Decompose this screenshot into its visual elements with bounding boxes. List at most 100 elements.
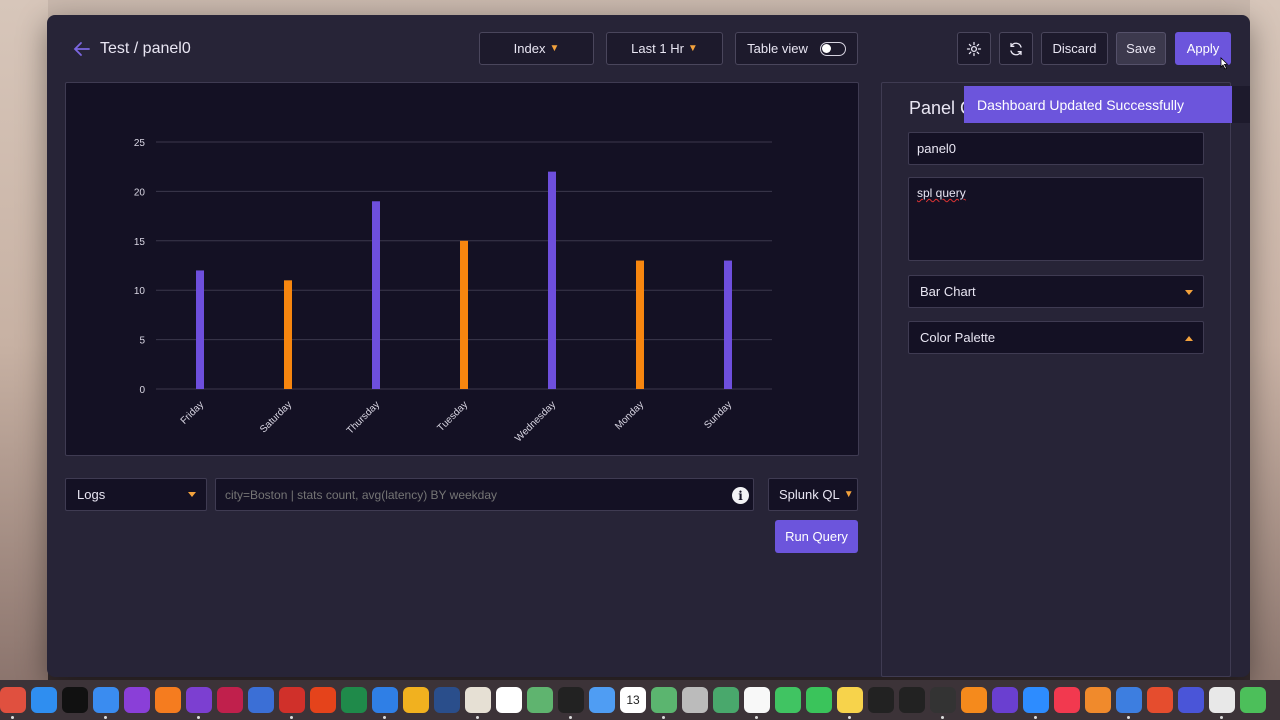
source-dropdown[interactable]: Logs	[65, 478, 207, 511]
table-view-toggle[interactable]: Table view	[735, 32, 858, 65]
source-dropdown-label: Logs	[77, 487, 106, 502]
layers-icon[interactable]	[527, 687, 553, 713]
desktop-wallpaper-right	[1250, 0, 1280, 690]
messages-icon[interactable]	[775, 687, 801, 713]
color-palette-dropdown[interactable]: Color Palette	[908, 321, 1204, 354]
money-icon[interactable]	[651, 687, 677, 719]
x-tick-label: Monday	[613, 399, 646, 432]
chart-bar-monday[interactable]	[636, 260, 644, 389]
maps-icon[interactable]	[713, 687, 739, 713]
emoji-icon[interactable]	[403, 687, 429, 713]
notes-app-icon[interactable]	[186, 687, 212, 719]
index-dropdown-label: Index	[513, 41, 546, 56]
time-range-label: Last 1 Hr	[631, 41, 684, 56]
chevron-down-icon: ▼	[843, 489, 854, 500]
script-icon[interactable]	[1209, 687, 1235, 719]
panel-name-field[interactable]: panel0	[908, 132, 1204, 165]
panel-query-text: spl query	[917, 186, 966, 200]
query-language-dropdown[interactable]: Splunk QL ▼	[768, 478, 858, 511]
browser-icon[interactable]	[248, 687, 274, 713]
calendar-icon[interactable]: 13	[620, 687, 646, 713]
chart-bar-tuesday[interactable]	[460, 240, 468, 389]
chart-type-dropdown[interactable]: Bar Chart	[908, 275, 1204, 308]
chart-bar-wednesday[interactable]	[548, 171, 556, 389]
sublime-icon[interactable]	[155, 687, 181, 713]
y-tick-label: 10	[134, 286, 146, 297]
success-toast: Dashboard Updated Successfully	[964, 86, 1232, 123]
chart-bar-thursday[interactable]	[372, 201, 380, 389]
running-indicator	[848, 716, 851, 719]
tasks-icon[interactable]	[124, 687, 150, 713]
running-indicator	[1034, 716, 1037, 719]
x-tick-label: Wednesday	[513, 399, 558, 444]
top-bar: Test / panel0 Index ▼ Last 1 Hr ▼ Table …	[47, 15, 1250, 83]
info-icon[interactable]: i	[732, 487, 749, 504]
running-indicator	[290, 716, 293, 719]
safari-icon[interactable]	[31, 687, 57, 713]
running-indicator	[755, 716, 758, 719]
running-indicator	[662, 716, 665, 719]
x-tick-label: Sunday	[702, 399, 734, 431]
plex-icon[interactable]	[899, 687, 925, 713]
running-indicator	[11, 716, 14, 719]
chart-bar-saturday[interactable]	[284, 280, 292, 389]
x-tick-label: Saturday	[258, 399, 294, 435]
terminal-icon[interactable]	[558, 687, 584, 719]
vlc-icon[interactable]	[961, 687, 987, 713]
run-query-button[interactable]: Run Query	[775, 520, 858, 553]
text-editor-icon[interactable]	[310, 687, 336, 713]
launchpad-icon[interactable]	[0, 687, 26, 719]
app-store-icon[interactable]	[434, 687, 460, 713]
color-palette-label: Color Palette	[920, 330, 996, 345]
running-indicator	[1220, 716, 1223, 719]
photos-icon[interactable]	[744, 687, 770, 719]
back-arrow-icon[interactable]	[71, 38, 93, 60]
x-tick-label: Tuesday	[435, 399, 470, 434]
music-icon[interactable]	[1054, 687, 1080, 713]
mail-icon[interactable]	[93, 687, 119, 719]
caret-down-icon	[1185, 290, 1193, 295]
running-indicator	[1127, 716, 1130, 719]
refresh-button[interactable]	[999, 32, 1033, 65]
cube-icon[interactable]	[279, 687, 305, 719]
index-dropdown[interactable]: Index ▼	[479, 32, 594, 65]
nova-icon[interactable]	[992, 687, 1018, 713]
calendar-day: 13	[626, 693, 640, 707]
chart-bar-sunday[interactable]	[724, 260, 732, 389]
running-indicator	[476, 716, 479, 719]
toast-message: Dashboard Updated Successfully	[977, 96, 1185, 113]
obs-icon[interactable]	[930, 687, 956, 719]
settings-button[interactable]	[957, 32, 991, 65]
x-tick-label: Thursday	[345, 399, 382, 436]
running-indicator	[569, 716, 572, 719]
cloud-icon[interactable]	[682, 687, 708, 713]
app-icon[interactable]	[217, 687, 243, 713]
save-button[interactable]: Save	[1116, 32, 1166, 65]
toggle-switch[interactable]	[819, 41, 846, 56]
zoom-icon[interactable]	[1023, 687, 1049, 719]
caret-up-icon	[1185, 336, 1193, 341]
panel-query-field[interactable]: spl query	[908, 177, 1204, 261]
finder-icon[interactable]	[589, 687, 615, 713]
query-input[interactable]	[215, 478, 754, 511]
app-window: Test / panel0 Index ▼ Last 1 Hr ▼ Table …	[47, 15, 1250, 677]
excel-icon[interactable]	[341, 687, 367, 713]
chart-bar-friday[interactable]	[196, 270, 204, 389]
check-icon[interactable]	[1240, 687, 1266, 713]
grid-icon[interactable]	[1178, 687, 1204, 713]
notes-icon[interactable]	[837, 687, 863, 719]
contacts-icon[interactable]	[465, 687, 491, 719]
simulator-icon[interactable]	[1116, 687, 1142, 719]
keynote-icon[interactable]	[372, 687, 398, 719]
apple-tv-icon[interactable]	[62, 687, 88, 713]
affinity-icon[interactable]	[1147, 687, 1173, 713]
rocket-icon[interactable]	[1085, 687, 1111, 713]
discard-button[interactable]: Discard	[1041, 32, 1108, 65]
time-range-dropdown[interactable]: Last 1 Hr ▼	[606, 32, 723, 65]
slack-icon[interactable]	[496, 687, 522, 713]
facetime-icon[interactable]	[806, 687, 832, 713]
y-tick-label: 15	[134, 237, 146, 248]
audio-icon[interactable]	[868, 687, 894, 713]
table-view-label: Table view	[747, 41, 808, 56]
x-tick-label: Friday	[179, 399, 206, 426]
